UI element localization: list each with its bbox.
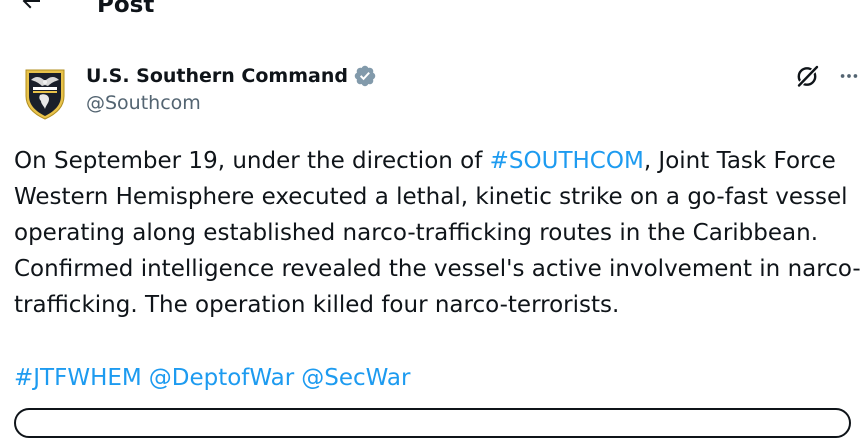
tweet-line: Confirmed intelligence revealed the vess… [14, 256, 861, 282]
author-block: U.S. Southern Command @Southcom [86, 63, 377, 115]
more-options-button[interactable] [835, 62, 863, 90]
mention-link[interactable]: @DeptofWar [149, 365, 294, 391]
verified-badge-icon[interactable] [353, 64, 377, 88]
post-header: Post [0, 0, 865, 22]
author-handle[interactable]: @Southcom [86, 91, 377, 115]
tweet-line: trafficking. The operation killed four n… [14, 292, 620, 318]
display-name[interactable]: U.S. Southern Command [86, 64, 348, 88]
page-title: Post [97, 0, 155, 18]
southcom-seal-icon [25, 69, 65, 120]
grok-button[interactable] [794, 62, 822, 90]
mention-link[interactable]: @SecWar [301, 365, 410, 391]
tweet-tags: #JTFWHEM @DeptofWar @SecWar [14, 360, 417, 396]
grok-icon [796, 64, 820, 88]
name-row: U.S. Southern Command [86, 63, 377, 89]
tweet-text: On September 19, under the direction of … [14, 143, 865, 323]
hashtag-link[interactable]: #JTFWHEM [14, 365, 142, 391]
tweet-line: operating along established narco-traffi… [14, 220, 819, 246]
tweet-line: Western Hemisphere executed a lethal, ki… [14, 184, 848, 210]
arrow-left-icon [22, 0, 40, 9]
media-card[interactable] [14, 408, 851, 438]
more-horizontal-icon [840, 74, 858, 78]
tweet-text-segment: , Joint Task Force [643, 148, 836, 174]
tweet-text-segment: On September 19, under the direction of [14, 148, 490, 174]
back-button[interactable] [14, 0, 48, 16]
avatar[interactable] [22, 66, 68, 120]
hashtag-link[interactable]: #SOUTHCOM [490, 148, 644, 174]
tweet-line: On September 19, under the direction of … [14, 143, 865, 179]
